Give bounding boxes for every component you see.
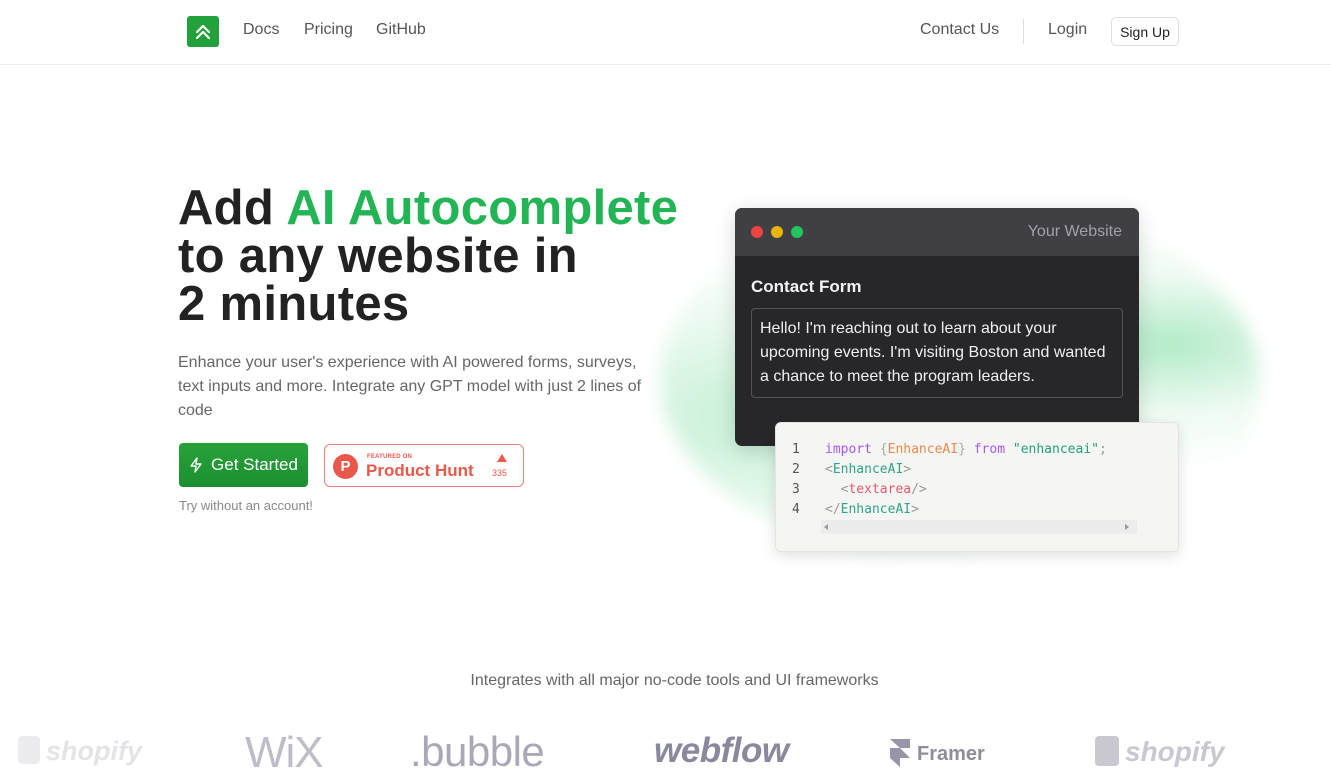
close-dot-icon — [751, 226, 763, 238]
integrations-heading: Integrates with all major no-code tools … — [470, 672, 879, 689]
code-token: { — [879, 442, 888, 457]
line-number: 2 — [792, 462, 800, 477]
code-line: 1 import {EnhanceAI} from "enhanceai"; — [792, 440, 1107, 460]
headline-line3: 2 minutes — [178, 277, 410, 331]
headline-accent: AI Autocomplete — [286, 181, 679, 235]
demo-browser-window: Your Website Contact Form Hello! I'm rea… — [735, 208, 1139, 446]
contact-form-title: Contact Form — [751, 277, 862, 296]
shopify-logo: shopify — [1095, 736, 1225, 768]
code-token: from — [973, 442, 1006, 457]
hero-subtitle: Enhance your user's experience with AI p… — [178, 354, 642, 419]
shopify-logo-faded: shopify — [18, 736, 142, 767]
maximize-dot-icon — [791, 226, 803, 238]
line-number: 1 — [792, 442, 800, 457]
try-without-account-link[interactable]: Try without an account! — [179, 498, 313, 513]
code-line: 4 </EnhanceAI> — [792, 500, 919, 520]
shopify-bag-icon — [18, 736, 40, 764]
hero-headline: Add AI Autocomplete to any website in 2 … — [178, 181, 679, 331]
double-chevron-up-icon — [195, 24, 211, 39]
ph-vote-count: 335 — [492, 468, 508, 478]
top-nav: Docs Pricing GitHub Contact Us Login Sig… — [0, 0, 1331, 65]
scroll-right-icon[interactable] — [1125, 524, 1129, 530]
product-hunt-badge[interactable]: P FEATURED ON Product Hunt 335 — [324, 444, 524, 487]
signup-button[interactable]: Sign Up — [1111, 17, 1179, 46]
bubble-logo: .bubble — [410, 728, 545, 775]
code-token: EnhanceAI — [887, 442, 959, 457]
webflow-logo: webflow — [654, 731, 789, 770]
code-snippet: 1 import {EnhanceAI} from "enhanceai"; 2 <… — [775, 422, 1179, 552]
scroll-left-icon[interactable] — [824, 524, 828, 530]
wix-logo: WiX — [245, 728, 324, 777]
code-token: import — [825, 442, 872, 457]
nav-contact[interactable]: Contact Us — [920, 21, 999, 39]
logo-text: shopify — [46, 736, 143, 766]
ph-name: Product Hunt — [366, 461, 474, 480]
code-token: EnhanceAI — [840, 502, 912, 517]
logo-text: shopify — [1125, 736, 1225, 767]
nav-github[interactable]: GitHub — [376, 21, 426, 39]
nav-divider — [1023, 19, 1024, 44]
code-token: "enhanceai" — [1012, 442, 1099, 457]
headline-pre: Add — [178, 181, 287, 235]
contact-message-textarea[interactable]: Hello! I'm reaching out to learn about y… — [751, 308, 1123, 398]
ph-featured-label: FEATURED ON — [367, 454, 413, 460]
code-token: EnhanceAI — [832, 462, 904, 477]
line-number: 3 — [792, 482, 800, 497]
code-token: ; — [1098, 442, 1107, 457]
code-line: 2 <EnhanceAI> — [792, 460, 911, 480]
line-number: 4 — [792, 502, 800, 517]
code-token: } — [958, 442, 966, 457]
code-token: textarea — [848, 482, 912, 497]
code-line: 3 <textarea/> — [792, 480, 927, 500]
minimize-dot-icon — [771, 226, 783, 238]
window-titlebar: Your Website — [735, 208, 1139, 256]
window-title: Your Website — [1027, 223, 1122, 240]
logo-text: Framer — [917, 743, 985, 765]
horizontal-scrollbar[interactable] — [821, 520, 1137, 534]
nav-login[interactable]: Login — [1048, 21, 1087, 39]
lightning-icon — [190, 457, 202, 473]
framer-icon — [890, 739, 910, 767]
headline-line2: to any website in — [178, 229, 578, 283]
logo[interactable] — [187, 16, 219, 47]
upvote-arrow-icon — [497, 454, 507, 462]
framer-logo: Framer — [889, 738, 985, 768]
get-started-button[interactable]: Get Started — [179, 443, 308, 487]
get-started-label: Get Started — [211, 455, 298, 474]
shopify-bag-icon — [1095, 736, 1119, 766]
nav-docs[interactable]: Docs — [243, 21, 279, 39]
product-hunt-logo-icon: P — [333, 454, 358, 479]
nav-pricing[interactable]: Pricing — [304, 21, 353, 39]
